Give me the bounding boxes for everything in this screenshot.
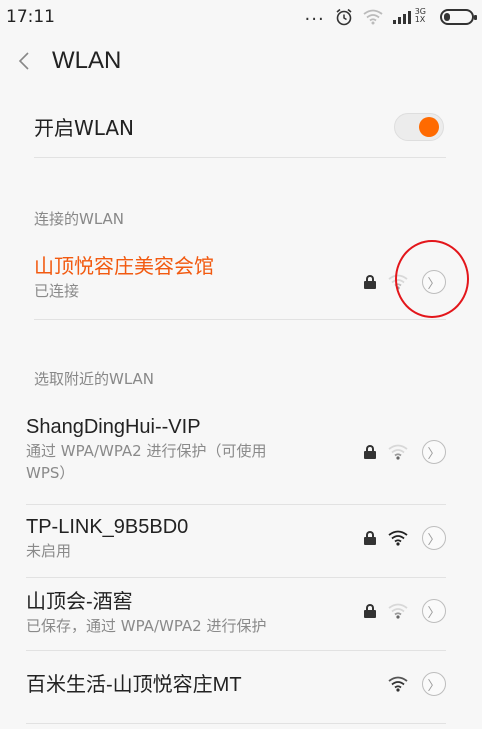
status-bar: 17:11 ... 3G 1X [0, 0, 482, 34]
network-type: 3G 1X [414, 7, 426, 24]
chevron-left-icon[interactable] [18, 50, 36, 72]
network-detail-button[interactable]: 〉 [422, 599, 446, 623]
more-dots-icon: ... [304, 3, 325, 25]
network-icons: 〉 [364, 599, 446, 623]
wifi-status-icon [363, 9, 383, 25]
status-time: 17:11 [6, 7, 55, 27]
alarm-icon [335, 8, 353, 26]
network-row[interactable]: ShangDingHui--VIP 通过 WPA/WPA2 进行保护（可使用 W… [26, 414, 446, 505]
wifi-signal-weak-icon [388, 274, 408, 290]
network-icons: 〉 [364, 440, 446, 464]
lock-icon [364, 275, 376, 289]
wlan-toggle-switch[interactable] [394, 112, 444, 141]
network-status-line2: WPS） [26, 464, 75, 482]
page-title: WLAN [52, 47, 122, 74]
network-detail-button[interactable]: 〉 [422, 526, 446, 550]
lock-icon [364, 604, 376, 618]
toggle-knob [419, 116, 439, 137]
wlan-toggle-label: 开启WLAN [34, 116, 135, 140]
status-icons: ... 3G 1X [305, 4, 477, 26]
lock-icon [364, 531, 376, 545]
network-row[interactable]: 山顶会-酒窖 已保存，通过 WPA/WPA2 进行保护 〉 [26, 589, 446, 651]
network-detail-button[interactable]: 〉 [422, 270, 446, 294]
network-icons: 〉 [388, 672, 446, 696]
network-icons: 〉 [364, 526, 446, 550]
wifi-signal-weak-icon [388, 444, 408, 460]
wifi-signal-medium-icon [388, 676, 408, 692]
network-row[interactable]: 百米生活-山顶悦容庄MT 〉 [26, 672, 446, 724]
network-icons: 〉 [364, 270, 446, 294]
wifi-signal-strong-icon [388, 530, 408, 546]
network-name: ShangDingHui--VIP [26, 416, 201, 438]
cell-signal-icon: 3G 1X [392, 7, 426, 24]
network-detail-button[interactable]: 〉 [422, 440, 446, 464]
connected-network-row[interactable]: 山顶悦容庄美容会馆 已连接 〉 [34, 254, 446, 320]
battery-icon [440, 9, 477, 25]
nearby-section-label: 选取附近的WLAN [34, 370, 155, 388]
connected-section-label: 连接的WLAN [34, 210, 125, 228]
network-name: 百米生活-山顶悦容庄MT [26, 674, 242, 696]
network-row[interactable]: TP-LINK_9B5BD0 未启用 〉 [26, 514, 446, 578]
header: WLAN [0, 34, 482, 88]
wlan-toggle-row[interactable]: 开启WLAN [34, 96, 446, 158]
network-detail-button[interactable]: 〉 [422, 672, 446, 696]
wifi-signal-weak-icon [388, 603, 408, 619]
lock-icon [364, 445, 376, 459]
